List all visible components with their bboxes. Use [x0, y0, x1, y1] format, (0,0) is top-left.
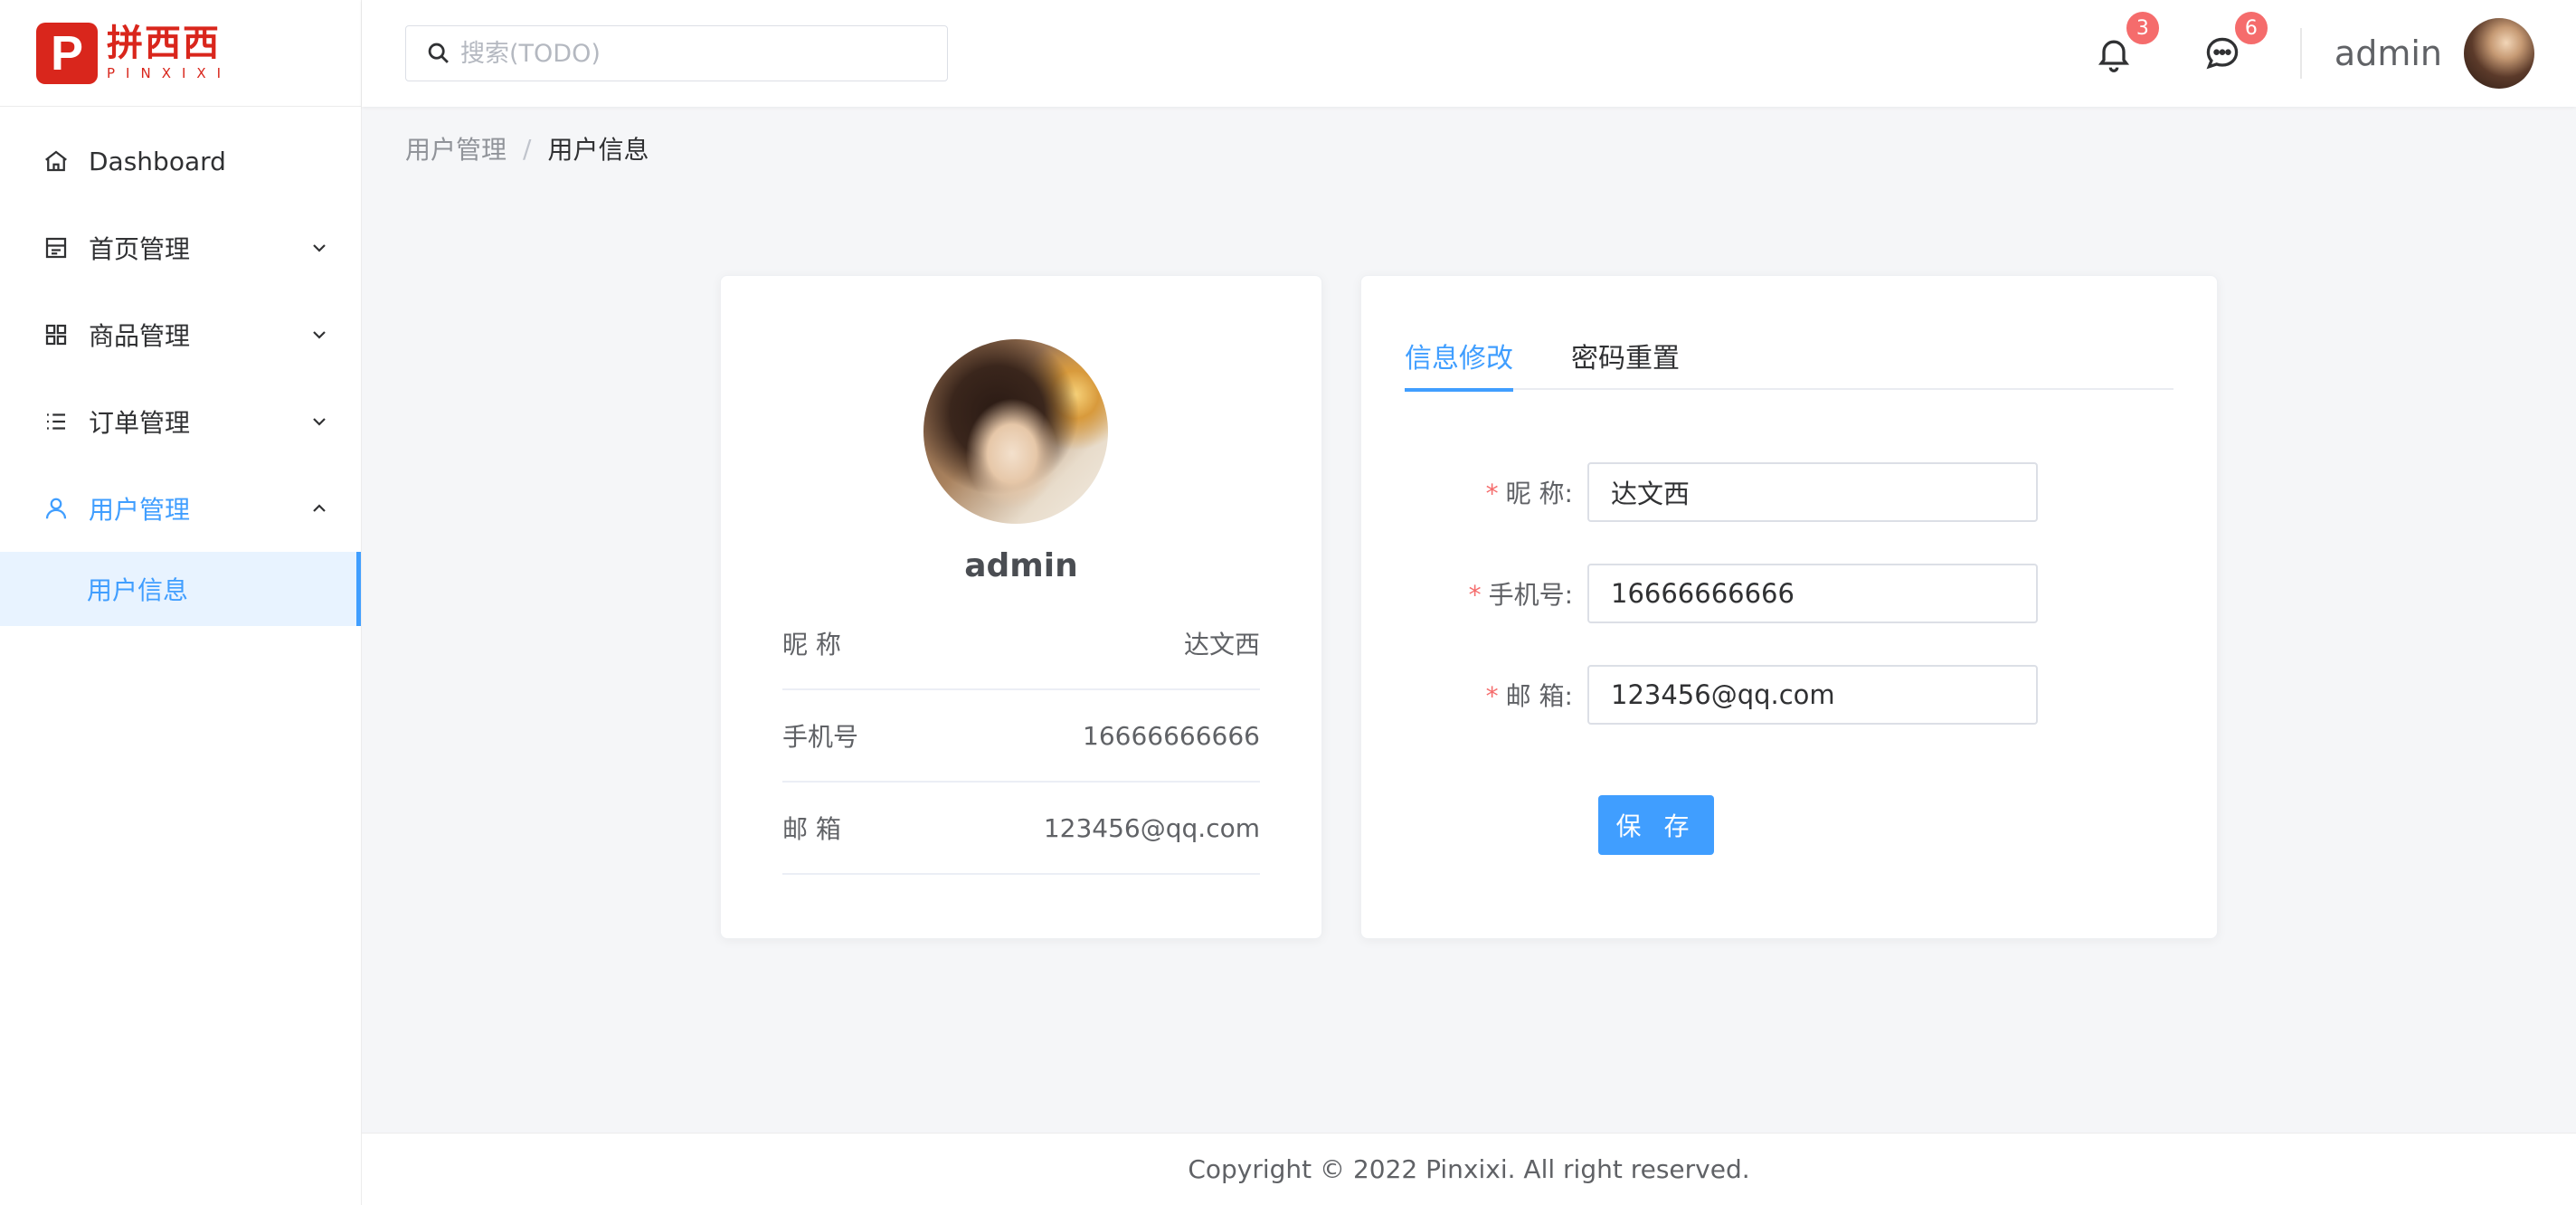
logo-name-en: PINXIXI: [107, 65, 232, 81]
required-mark: *: [1485, 479, 1499, 508]
email-field[interactable]: [1587, 665, 2038, 725]
sidebar-item-dashboard[interactable]: Dashboard: [0, 118, 361, 204]
profile-row-nickname: 昵 称 达文西: [782, 598, 1260, 690]
sidebar-item-label: 订单管理: [89, 408, 191, 438]
chat-icon: [2206, 37, 2239, 70]
search-input[interactable]: [460, 39, 931, 68]
sidebar: P 拼西西 PINXIXI Dashboard 首页管理 商品管理 订单管理 用…: [0, 0, 362, 1205]
save-button[interactable]: 保 存: [1598, 795, 1714, 855]
profile-row-label: 昵 称: [782, 630, 841, 659]
tab-edit-info[interactable]: 信息修改: [1405, 321, 1513, 392]
list-icon: [42, 407, 71, 436]
layout-icon: [42, 233, 71, 262]
profile-info-list: 昵 称 达文西 手机号 16666666666 邮 箱 123456@qq.co…: [782, 598, 1260, 875]
nickname-field[interactable]: [1587, 462, 2038, 522]
footer: Copyright © 2022 Pinxixi. All right rese…: [362, 1133, 2576, 1205]
form-row-nickname: * 昵 称:: [1361, 462, 2219, 522]
profile-row-value: 16666666666: [1083, 720, 1260, 751]
edit-tabs: 信息修改 密码重置: [1405, 321, 2174, 392]
logo-name-cn: 拼西西: [107, 23, 221, 64]
chevron-down-icon: [313, 418, 326, 426]
profile-row-value: 123456@qq.com: [1043, 812, 1260, 843]
search-icon: [428, 43, 449, 63]
profile-avatar: [923, 339, 1108, 524]
header-username[interactable]: admin: [2334, 33, 2442, 73]
required-mark: *: [1485, 681, 1499, 711]
sidebar-item-label: 商品管理: [89, 321, 191, 351]
message-badge: 6: [2232, 10, 2269, 46]
required-mark: *: [1468, 580, 1482, 610]
profile-row-label: 邮 箱: [782, 814, 841, 844]
breadcrumb-separator: /: [523, 133, 532, 164]
sidebar-menu: Dashboard 首页管理 商品管理 订单管理 用户管理 用户信息: [0, 118, 361, 626]
phone-field[interactable]: [1587, 564, 2038, 623]
home-icon: [42, 147, 71, 176]
edit-card: 信息修改 密码重置 *昵 称: *手机号: *邮 箱: 保 存: [1360, 275, 2218, 939]
profile-row-email: 邮 箱 123456@qq.com: [782, 783, 1260, 875]
sidebar-subitem-user-info[interactable]: 用户信息: [0, 552, 361, 626]
sidebar-item-user-management[interactable]: 用户管理: [0, 465, 361, 552]
form-row-email: * 邮 箱:: [1361, 665, 2219, 725]
chevron-down-icon: [313, 244, 326, 252]
profile-name: admin: [964, 547, 1078, 584]
breadcrumb-current: 用户信息: [547, 135, 649, 165]
form-row-phone: * 手机号:: [1361, 564, 2219, 623]
top-header: 3 6 admin: [362, 0, 2576, 107]
sidebar-item-label: Dashboard: [89, 146, 226, 176]
sidebar-item-label: 首页管理: [89, 234, 191, 264]
profile-row-label: 手机号: [782, 722, 859, 752]
notification-badge: 3: [2124, 10, 2161, 46]
avatar[interactable]: [2464, 18, 2534, 89]
sidebar-item-product-management[interactable]: 商品管理: [0, 291, 361, 378]
sidebar-item-label: 用户管理: [89, 495, 191, 525]
user-icon: [42, 494, 71, 523]
chevron-down-icon: [313, 331, 326, 339]
copyright-text: Copyright © 2022 Pinxixi. All right rese…: [1188, 1154, 1750, 1184]
logo-mark: P: [36, 22, 98, 84]
field-label: 手机号:: [1488, 580, 1573, 610]
sidebar-item-home-management[interactable]: 首页管理: [0, 204, 361, 291]
profile-row-value: 达文西: [1183, 630, 1260, 659]
notifications-button[interactable]: 3: [2092, 10, 2161, 75]
profile-card: admin 昵 称 达文西 手机号 16666666666 邮 箱 123456…: [720, 275, 1322, 939]
messages-button[interactable]: 6: [2201, 10, 2269, 75]
grid-icon: [42, 320, 71, 349]
profile-row-phone: 手机号 16666666666: [782, 690, 1260, 783]
chevron-up-icon: [313, 504, 326, 512]
field-label: 邮 箱:: [1505, 681, 1573, 711]
search-box[interactable]: [405, 25, 948, 81]
breadcrumb-parent[interactable]: 用户管理: [405, 130, 507, 166]
tab-reset-password[interactable]: 密码重置: [1571, 321, 1680, 390]
header-divider: [2299, 28, 2302, 79]
breadcrumb: 用户管理 / 用户信息: [405, 130, 649, 166]
field-label: 昵 称:: [1505, 479, 1573, 508]
sidebar-item-order-management[interactable]: 订单管理: [0, 378, 361, 465]
logo[interactable]: P 拼西西 PINXIXI: [0, 0, 361, 107]
bell-icon: [2098, 40, 2129, 72]
